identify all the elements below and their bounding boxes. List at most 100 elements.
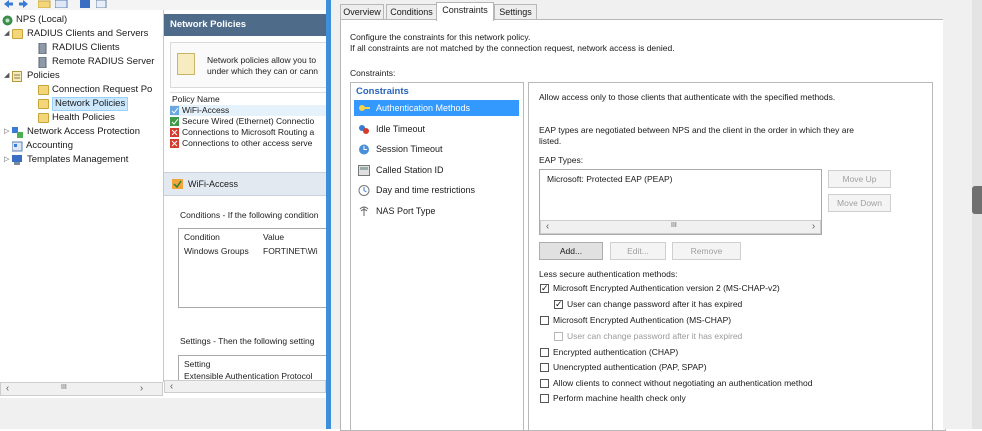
nap-icon bbox=[12, 127, 23, 138]
toolbar bbox=[0, 0, 330, 10]
tree-node-label: NPS (Local) bbox=[16, 14, 68, 25]
tab-conditions[interactable]: Conditions bbox=[386, 4, 437, 20]
policy-name: Secure Wired (Ethernet) Connectio bbox=[182, 116, 315, 126]
nps-server-icon bbox=[2, 15, 13, 26]
condition-cell: Windows Groups bbox=[184, 246, 249, 256]
mschapv2-checkbox[interactable]: ✓ bbox=[540, 284, 549, 293]
authentication-methods-icon bbox=[358, 103, 370, 114]
folder-icon bbox=[38, 113, 49, 123]
collapse-triangle-icon[interactable]: ◢ bbox=[4, 27, 12, 41]
tree-node-label: Network Access Protection bbox=[27, 126, 140, 137]
scroll-thumb-grip[interactable]: III bbox=[61, 384, 67, 391]
add-button[interactable]: Add... bbox=[539, 242, 603, 260]
eap-description-line-1: EAP types are negotiated between NPS and… bbox=[539, 125, 855, 135]
mschap-checkbox[interactable] bbox=[540, 316, 549, 325]
no-negotiation-checkbox[interactable] bbox=[540, 379, 549, 388]
description-box: Network policies allow you to under whic… bbox=[170, 42, 326, 88]
policy-enabled-icon bbox=[170, 106, 179, 115]
scroll-right-icon[interactable]: › bbox=[135, 383, 148, 395]
move-up-button[interactable]: Move Up bbox=[828, 170, 891, 188]
tree-node-label: Connection Request Po bbox=[52, 84, 153, 95]
help-icon[interactable] bbox=[80, 0, 91, 8]
chap-checkbox[interactable] bbox=[540, 348, 549, 357]
tab-settings[interactable]: Settings bbox=[494, 4, 537, 20]
policy-name: Connections to other access serve bbox=[182, 138, 313, 148]
results-horizontal-scrollbar[interactable]: ‹ bbox=[164, 380, 326, 393]
policy-enabled-icon bbox=[172, 179, 183, 189]
scroll-right-icon[interactable]: › bbox=[807, 221, 820, 233]
constraints-label: Constraints: bbox=[350, 68, 396, 78]
policy-row-wifi-access[interactable]: WiFi-Access bbox=[170, 105, 326, 116]
policy-list: Policy Name WiFi-Access Secure Wired (Et… bbox=[170, 92, 326, 155]
console-tree: NPS (Local) ◢ RADIUS Clients and Servers… bbox=[0, 10, 164, 382]
session-timeout-icon bbox=[358, 144, 370, 155]
column-header-value[interactable]: Value bbox=[263, 232, 284, 242]
remove-button[interactable]: Remove bbox=[672, 242, 741, 260]
column-header-policy-name[interactable]: Policy Name bbox=[172, 94, 220, 105]
templates-icon bbox=[12, 155, 23, 165]
tab-constraints[interactable]: Constraints bbox=[436, 2, 494, 21]
scroll-left-icon[interactable]: ‹ bbox=[1, 383, 14, 395]
server-group-icon bbox=[38, 56, 49, 69]
policy-icon bbox=[12, 71, 23, 82]
less-secure-label: Less secure authentication methods: bbox=[539, 269, 678, 279]
mschapv2-change-password-label: User can change password after it has ex… bbox=[567, 299, 743, 309]
vertical-scrollbar-track[interactable] bbox=[972, 0, 982, 429]
show-hide-tree-icon[interactable] bbox=[54, 0, 68, 9]
constraints-list-title: Constraints bbox=[356, 86, 409, 97]
settings-label: Settings - Then the following setting bbox=[180, 336, 315, 346]
column-header-condition[interactable]: Condition bbox=[184, 232, 220, 242]
edit-button[interactable]: Edit... bbox=[610, 242, 666, 260]
mschapv2-change-password-checkbox[interactable]: ✓ bbox=[554, 300, 563, 309]
chap-label: Encrypted authentication (CHAP) bbox=[553, 347, 679, 357]
tree-node-label: RADIUS Clients and Servers bbox=[27, 28, 149, 39]
tree-node-label: Remote RADIUS Server bbox=[52, 56, 155, 67]
mschap-change-password-checkbox[interactable] bbox=[554, 332, 563, 341]
collapse-triangle-icon[interactable]: ◢ bbox=[4, 69, 12, 83]
back-arrow-icon[interactable] bbox=[3, 0, 14, 8]
constraint-label: Idle Timeout bbox=[376, 124, 426, 134]
policy-grant-icon bbox=[170, 117, 179, 126]
scroll-left-icon[interactable]: ‹ bbox=[541, 221, 554, 233]
pap-spap-checkbox[interactable] bbox=[540, 363, 549, 372]
policy-name: WiFi-Access bbox=[182, 105, 230, 115]
mschap-label: Microsoft Encrypted Authentication (MS-C… bbox=[553, 315, 732, 325]
status-bar bbox=[0, 398, 326, 429]
mschapv2-label: Microsoft Encrypted Authentication versi… bbox=[553, 283, 780, 293]
machine-health-check-checkbox[interactable] bbox=[540, 394, 549, 403]
tree-node-label: Templates Management bbox=[27, 154, 129, 165]
nas-port-icon bbox=[358, 206, 370, 217]
move-down-button[interactable]: Move Down bbox=[828, 194, 891, 212]
eap-type-item[interactable]: Microsoft: Protected EAP (PEAP) bbox=[547, 174, 673, 184]
properties-icon[interactable] bbox=[95, 0, 107, 9]
scroll-left-icon[interactable]: ‹ bbox=[165, 381, 178, 392]
constraint-label: Called Station ID bbox=[376, 165, 444, 175]
constraint-label: Authentication Methods bbox=[376, 103, 471, 113]
conditions-label: Conditions - If the following condition bbox=[180, 210, 319, 220]
mschap-change-password-label: User can change password after it has ex… bbox=[567, 331, 743, 341]
expand-triangle-icon[interactable]: ▷ bbox=[4, 125, 12, 139]
tree-node-label: Network Policies bbox=[52, 97, 129, 111]
eap-types-list[interactable]: Microsoft: Protected EAP (PEAP) ‹ III › bbox=[539, 169, 822, 235]
value-cell: FORTINET\Wi bbox=[263, 246, 318, 256]
expand-triangle-icon[interactable]: ▷ bbox=[4, 153, 12, 167]
tree-horizontal-scrollbar[interactable]: ‹ III › bbox=[0, 382, 163, 396]
policy-details-title: WiFi-Access bbox=[188, 179, 238, 189]
description-line-2: under which they can or cann bbox=[207, 66, 319, 76]
tab-overview[interactable]: Overview bbox=[340, 4, 384, 20]
pap-spap-label: Unencrypted authentication (PAP, SPAP) bbox=[553, 362, 707, 372]
vertical-scrollbar-thumb[interactable] bbox=[972, 186, 982, 214]
intro-line-1: Configure the constraints for this netwo… bbox=[350, 32, 531, 42]
folder-up-icon[interactable] bbox=[37, 0, 51, 9]
constraint-label: Session Timeout bbox=[376, 144, 443, 154]
constraints-list: Constraints Authentication Methods Idle … bbox=[350, 82, 524, 431]
tree-node-label: Health Policies bbox=[52, 112, 115, 123]
forward-arrow-icon[interactable] bbox=[18, 0, 29, 8]
constraint-authentication-methods[interactable]: Authentication Methods bbox=[354, 100, 519, 116]
conditions-table: Condition Value Windows Groups FORTINET\… bbox=[178, 228, 326, 308]
column-header-setting[interactable]: Setting bbox=[184, 359, 210, 369]
scroll-thumb-grip[interactable]: III bbox=[671, 222, 677, 229]
results-pane-header: Network Policies bbox=[164, 14, 326, 36]
called-station-icon bbox=[358, 165, 370, 176]
eap-list-scrollbar[interactable]: ‹ III › bbox=[540, 220, 821, 234]
